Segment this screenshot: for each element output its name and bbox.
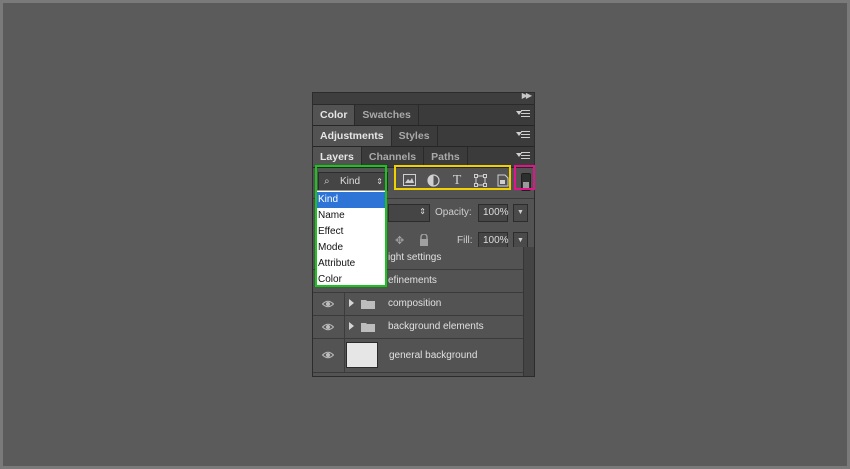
tab-paths[interactable]: Paths bbox=[424, 147, 468, 167]
opacity-dropdown-button[interactable]: ▼ bbox=[513, 204, 528, 222]
highlight-box-filter-icons bbox=[394, 165, 511, 190]
expand-triangle-icon[interactable] bbox=[349, 299, 354, 307]
fill-label: Fill: bbox=[457, 235, 473, 246]
layer-name[interactable]: general background bbox=[389, 339, 477, 372]
layer-name[interactable]: efinements bbox=[388, 270, 437, 292]
opacity-input[interactable]: 100% bbox=[478, 204, 509, 222]
blend-mode-select[interactable]: ⇕ bbox=[388, 204, 430, 222]
double-arrow-icon[interactable]: ▶▶ bbox=[522, 93, 532, 100]
tab-color[interactable]: Color bbox=[313, 105, 356, 125]
panel-collapse-bar[interactable]: ▶▶ bbox=[313, 93, 534, 105]
panel-menu-icon[interactable] bbox=[516, 110, 530, 120]
panel-menu-icon[interactable] bbox=[516, 131, 530, 141]
tab-layers[interactable]: Layers bbox=[313, 147, 362, 167]
highlight-box-filter-toggle bbox=[514, 165, 535, 190]
tab-styles[interactable]: Styles bbox=[392, 126, 438, 146]
layer-thumbnail[interactable] bbox=[346, 342, 378, 368]
adjustments-tab-row: Adjustments Styles bbox=[313, 126, 534, 147]
color-tab-row: Color Swatches bbox=[313, 105, 534, 126]
folder-icon bbox=[361, 323, 375, 332]
layers-scrollbar[interactable] bbox=[523, 247, 534, 376]
up-down-arrow-icon: ⇕ bbox=[419, 207, 426, 216]
layer-name[interactable]: background elements bbox=[388, 316, 484, 338]
folder-icon bbox=[361, 300, 375, 309]
panel-menu-icon[interactable] bbox=[516, 152, 530, 162]
layer-name[interactable]: composition bbox=[388, 293, 441, 315]
tab-adjustments[interactable]: Adjustments bbox=[313, 126, 392, 146]
eye-icon[interactable] bbox=[322, 349, 334, 361]
layer-row[interactable]: background elements bbox=[313, 316, 523, 339]
layer-row[interactable]: composition bbox=[313, 293, 523, 316]
layer-row[interactable]: general background bbox=[313, 339, 523, 373]
eye-icon[interactable] bbox=[322, 298, 334, 310]
layer-name[interactable]: ight settings bbox=[388, 247, 441, 269]
highlight-box-filter-kind bbox=[315, 165, 387, 287]
tab-swatches[interactable]: Swatches bbox=[355, 105, 419, 125]
lock-position-icon[interactable]: ✥ bbox=[395, 234, 404, 247]
opacity-label: Opacity: bbox=[435, 207, 472, 218]
eye-icon[interactable] bbox=[322, 321, 334, 333]
tab-channels[interactable]: Channels bbox=[362, 147, 425, 167]
expand-triangle-icon[interactable] bbox=[349, 322, 354, 330]
